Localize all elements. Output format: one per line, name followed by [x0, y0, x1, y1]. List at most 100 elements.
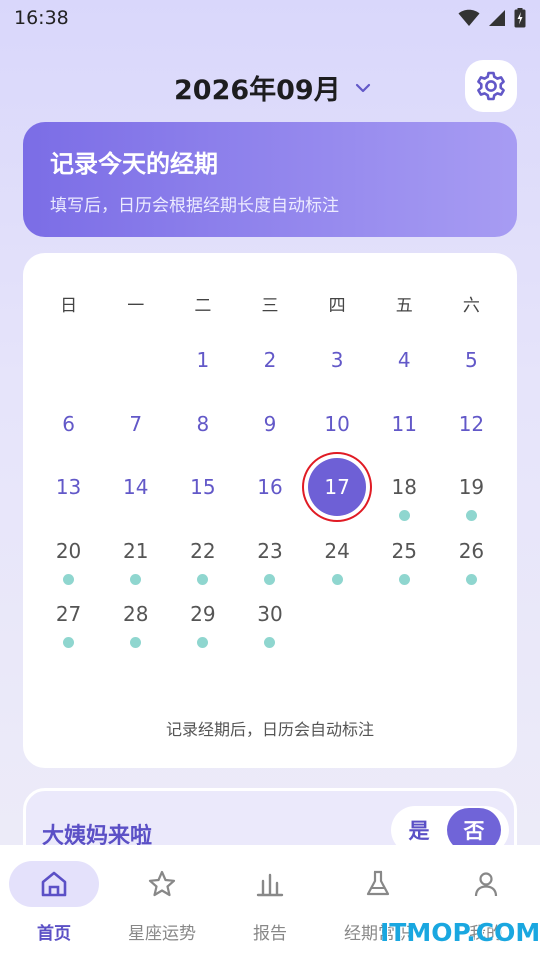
- day-number: 15: [190, 475, 216, 499]
- calendar-card: 日一二三四五六 1 2 3 4 5 6 7 8 9 10 11 12 13 14 15 16 17 18 19 20 2…: [23, 253, 517, 768]
- star-icon: [148, 870, 176, 897]
- watermark: ITMOP.COM: [380, 918, 540, 947]
- status-icons: [458, 8, 526, 28]
- calendar-day[interactable]: 11: [371, 409, 438, 473]
- day-number: 10: [324, 411, 350, 436]
- banner-title: 记录今天的经期: [50, 150, 218, 178]
- predicted-period-dot: [197, 573, 209, 585]
- battery-charging-icon: [514, 8, 526, 28]
- day-number: 20: [55, 538, 82, 563]
- day-number: 29: [190, 602, 216, 626]
- weekday-label: 二: [194, 296, 212, 316]
- weekday-label: 五: [395, 296, 413, 316]
- calendar-day[interactable]: 1: [169, 345, 236, 409]
- predicted-period-dot: [398, 573, 410, 585]
- signal-icon: [488, 9, 506, 27]
- nav-item-horoscope[interactable]: 星座运势: [108, 845, 216, 960]
- day-number: 2: [263, 348, 277, 372]
- day-number: 4: [397, 348, 411, 372]
- day-number: 19: [458, 475, 485, 499]
- calendar-day[interactable]: 13: [35, 472, 102, 536]
- day-number: 9: [263, 411, 277, 436]
- day-number: 18: [391, 475, 417, 499]
- day-number: 8: [196, 411, 210, 436]
- calendar-day[interactable]: 4: [371, 345, 438, 409]
- empty-day-cell: [102, 345, 169, 409]
- settings-button[interactable]: [465, 60, 517, 112]
- yes-button[interactable]: 是: [391, 815, 447, 845]
- calendar-day[interactable]: 16: [236, 472, 303, 536]
- day-number: 24: [324, 538, 350, 563]
- chevron-down-icon: [355, 83, 370, 92]
- predicted-period-dot: [264, 573, 276, 585]
- predicted-period-dot: [197, 637, 209, 648]
- day-number: 16: [257, 475, 283, 499]
- predicted-period-dot: [63, 573, 75, 585]
- nav-label-horoscope: 星座运势: [128, 924, 196, 944]
- weekday-label: 一: [127, 296, 145, 316]
- record-period-banner[interactable]: 记录今天的经期 填写后，日历会根据经期长度自动标注: [23, 122, 517, 237]
- banner-subtitle: 填写后，日历会根据经期长度自动标注: [50, 196, 339, 216]
- status-bar: 16:38: [0, 0, 540, 36]
- calendar-day[interactable]: 5: [438, 345, 505, 409]
- status-time: 16:38: [14, 7, 69, 29]
- predicted-period-dot: [331, 573, 343, 585]
- calendar-day[interactable]: 19: [438, 472, 505, 536]
- calendar-day[interactable]: 24: [304, 536, 371, 600]
- day-number: 28: [122, 602, 149, 626]
- nav-item-report[interactable]: 报告: [216, 845, 324, 960]
- calendar-day[interactable]: 7: [102, 409, 169, 473]
- calendar-day[interactable]: 3: [304, 345, 371, 409]
- header: 2026年09月: [0, 60, 540, 112]
- weekday-label: 六: [462, 296, 480, 316]
- nav-item-home[interactable]: 首页: [0, 845, 108, 960]
- weekday-label: 三: [261, 296, 279, 316]
- calendar-day[interactable]: 23: [236, 536, 303, 600]
- day-number: 25: [391, 538, 417, 563]
- calendar-day[interactable]: 6: [35, 409, 102, 473]
- day-number: 26: [458, 538, 485, 563]
- nav-label-home: 首页: [37, 924, 71, 944]
- calendar-day[interactable]: 22: [169, 536, 236, 600]
- day-number: 21: [122, 538, 149, 563]
- day-number: 11: [391, 411, 417, 436]
- calendar-day-today[interactable]: 17: [304, 458, 371, 536]
- predicted-period-dot: [130, 573, 142, 585]
- day-number: 5: [465, 348, 478, 372]
- calendar-day[interactable]: 25: [371, 536, 438, 600]
- predicted-period-dot: [465, 510, 477, 521]
- calendar-day[interactable]: 18: [371, 472, 438, 536]
- day-number: 17: [308, 458, 367, 516]
- gear-icon: [477, 71, 505, 101]
- calendar-day[interactable]: 12: [438, 409, 505, 473]
- day-number: 13: [55, 475, 82, 499]
- day-number: 7: [129, 411, 143, 436]
- calendar-day[interactable]: 30: [236, 599, 303, 663]
- calendar-day[interactable]: 20: [35, 536, 102, 600]
- day-number: 30: [257, 602, 283, 626]
- calendar-day[interactable]: 14: [102, 472, 169, 536]
- flask-icon: [366, 870, 390, 896]
- wifi-icon: [458, 9, 480, 27]
- day-number: 6: [62, 411, 75, 436]
- calendar-day[interactable]: 29: [169, 599, 236, 663]
- bar-chart-icon: [256, 873, 284, 897]
- day-number: 1: [196, 348, 210, 372]
- calendar-day[interactable]: 21: [102, 536, 169, 600]
- weekday-label: 四: [328, 296, 346, 316]
- day-number: 22: [190, 538, 216, 563]
- calendar-day[interactable]: 26: [438, 536, 505, 600]
- weekday-header: 日一二三四五六: [35, 291, 505, 316]
- day-number: 23: [257, 538, 283, 563]
- calendar-day[interactable]: 28: [102, 599, 169, 663]
- month-selector[interactable]: 2026年09月: [174, 68, 371, 107]
- predicted-period-dot: [63, 637, 75, 648]
- calendar-note: 记录经期后，日历会自动标注: [165, 720, 374, 739]
- calendar-day[interactable]: 27: [35, 599, 102, 663]
- calendar-day[interactable]: 9: [236, 409, 303, 473]
- calendar-day[interactable]: 2: [236, 345, 303, 409]
- calendar-day[interactable]: 8: [169, 409, 236, 473]
- weekday-label: 日: [60, 296, 78, 316]
- calendar-day[interactable]: 15: [169, 472, 236, 536]
- predicted-period-dot: [130, 637, 142, 648]
